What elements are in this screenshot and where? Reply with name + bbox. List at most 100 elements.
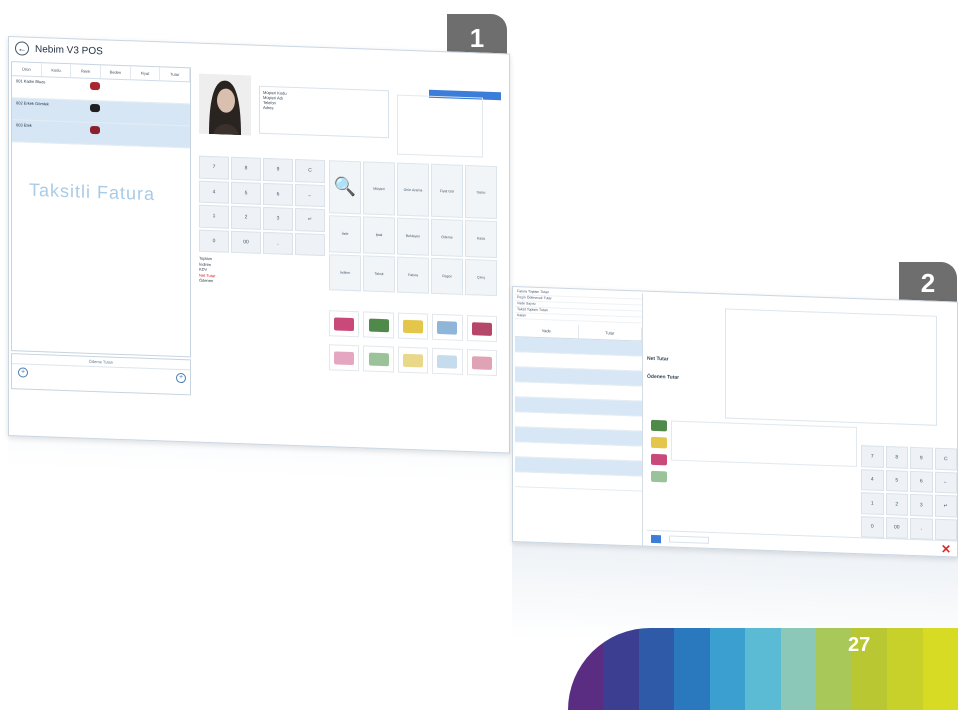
cart-footer: Ödeme Tutarı + + [11,353,191,396]
customer-info: Müşteri Kodu Müşteri Adı Telefon Adres [259,85,389,139]
keypad-key[interactable]: 1 [861,492,884,515]
banknote-icon[interactable] [466,349,497,377]
column-header[interactable]: Beden [101,65,131,80]
banknote-icon[interactable] [329,344,360,372]
gift-card-icon[interactable] [651,453,667,466]
pos-screenshot-2: Fatura Toplam Tutarı Peşin Ödenecek Tutar… [512,286,958,558]
close-icon[interactable]: ✕ [941,541,951,555]
column-header[interactable]: Tutar [578,325,642,341]
function-key[interactable]: İptal [363,216,395,255]
numeric-keypad: 7 8 9 C 4 5 6 ← 1 2 3 ↵ 0 00, [199,155,325,257]
banknote-icon[interactable] [432,347,463,375]
cart-panel: Ürün Kodu Renk Beden Fiyat Tutar 001 Kadın Bl… [11,61,191,358]
banknote-icon[interactable] [329,310,360,338]
function-key[interactable]: Müşteri [363,161,395,216]
keypad-key[interactable]: 9 [263,157,293,182]
search-glyph: 🔍 [333,176,357,198]
keypad-key[interactable]: 3 [263,206,293,231]
stripe [887,628,923,710]
summary-panel: Toplam İndirim KDV Net Tutar Ödenen [199,256,325,304]
function-key[interactable]: Çıkış [465,258,497,297]
keypad-key[interactable]: 4 [199,180,229,204]
keypad-key[interactable]: 9 [910,446,933,470]
keypad-key[interactable]: 5 [885,469,908,492]
keypad-key[interactable]: , [910,517,933,540]
keypad-key[interactable]: 5 [231,181,261,205]
remove-icon[interactable]: + [176,372,186,384]
page-number: 27 [848,634,871,656]
keypad-key[interactable] [934,518,957,541]
function-key[interactable]: Fiyat Gör [431,163,463,219]
function-key[interactable]: Rapor [431,257,463,295]
card-icon[interactable] [651,534,661,543]
net-total-label: Net Tutar [647,355,669,363]
function-key[interactable]: Ürün Arama [397,162,429,218]
function-key[interactable]: Bekleyen [397,217,429,256]
keypad-key[interactable]: 00 [231,230,261,254]
decorative-stripes [568,628,958,710]
banknote-icon[interactable] [432,313,463,341]
footer-field[interactable] [669,535,709,544]
keypad-key[interactable]: C [295,159,325,183]
function-key[interactable]: Satıcı [465,164,497,220]
installment-row[interactable] [515,472,642,492]
function-key[interactable]: İndirim [329,253,361,292]
keypad-key[interactable]: 1 [199,204,229,229]
column-header[interactable]: Vade [515,323,579,339]
banknote-icon[interactable] [397,312,429,340]
voucher-icon[interactable] [651,470,667,483]
keypad-key[interactable]: 6 [910,470,933,493]
keypad-key[interactable]: , [263,231,293,255]
keypad-key[interactable]: 7 [861,445,884,468]
banknote-icon[interactable] [363,345,394,373]
brochure-page: 1 2 ← Nebim V3 POS Ürün Kodu Renk Beden Fiya… [0,0,958,710]
keypad-key[interactable]: 3 [910,493,933,517]
search-icon[interactable]: 🔍 [329,160,361,215]
ghost-watermark: Taksitli Fatura [29,179,156,205]
keypad-key[interactable]: 6 [263,182,293,206]
keypad-key[interactable]: 8 [231,156,261,181]
keypad-key[interactable]: 0 [199,229,229,253]
stripe [638,628,675,710]
cash-icon[interactable] [651,419,667,432]
column-header[interactable]: Renk [71,64,102,79]
function-key[interactable]: Taksit [363,255,395,293]
summary-label: Ödenen [199,277,214,284]
column-header[interactable]: Tutar [160,67,191,82]
column-header[interactable]: Ürün [12,62,42,77]
installment-panel: Fatura Toplam Tutarı Peşin Ödenecek Tutar… [515,289,643,546]
function-key[interactable]: Fatura [397,256,429,294]
banknote-icon[interactable] [397,346,429,374]
column-header[interactable]: Fiyat [130,66,161,81]
installment-list [515,337,642,492]
banknote-icon[interactable] [466,315,497,343]
stripe [709,628,746,710]
function-key[interactable]: Kasa [465,220,497,258]
back-icon[interactable]: ← [15,41,29,56]
keypad-key[interactable]: ↵ [295,208,325,232]
column-header[interactable]: Kodu [41,63,72,78]
keypad-key[interactable]: ← [295,183,325,208]
function-key[interactable]: Ödeme [431,219,463,257]
keypad-key[interactable]: ↵ [934,494,957,518]
keypad-key[interactable]: 7 [199,155,229,180]
summary-label: Vade Sayısı [517,301,536,306]
credit-card-icon[interactable] [651,436,667,449]
function-key[interactable]: İade [329,215,361,253]
keypad-key[interactable]: 8 [885,446,908,469]
keypad-key[interactable]: 00 [885,516,908,539]
payment-types [651,419,669,497]
keypad-key[interactable] [295,232,325,257]
stripe [816,628,852,710]
banknote-icon[interactable] [363,311,394,339]
numeric-keypad-2: 7 8 9 C 4 5 6 ← 1 2 3 ↵ 0 00, [861,445,957,541]
keypad-key[interactable]: C [934,447,957,471]
keypad-key[interactable]: 2 [885,493,908,516]
keypad-key[interactable]: ← [934,471,957,494]
keypad-key[interactable]: 0 [861,515,884,538]
stripe [922,628,958,710]
keypad-key[interactable]: 4 [861,468,884,491]
add-icon[interactable]: + [18,367,28,378]
keypad-key[interactable]: 2 [231,205,261,230]
paid-total-label: Ödenen Tutar [647,373,680,381]
